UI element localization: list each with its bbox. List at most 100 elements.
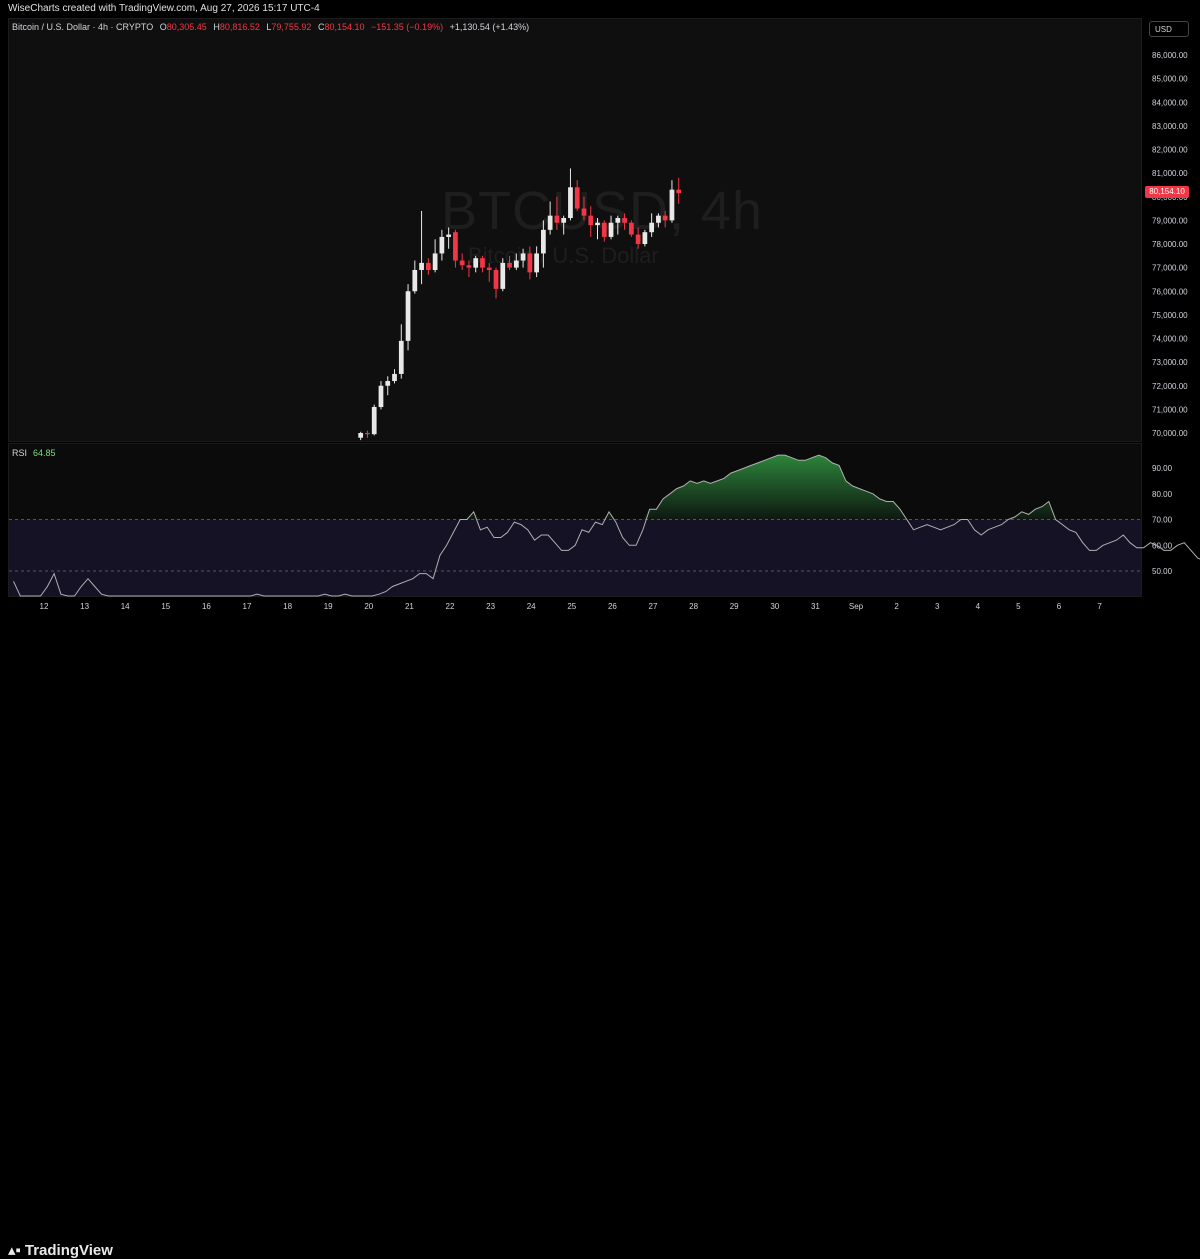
candle-body [399, 341, 404, 374]
candle-body [541, 230, 546, 254]
close-value: 80,154.10 [324, 22, 364, 32]
price-tick-label: 72,000.00 [1152, 382, 1188, 391]
candle-body [460, 261, 465, 266]
rsi-legend: RSI 64.85 [12, 448, 56, 458]
time-tick-label: 17 [243, 602, 252, 611]
price-tick-label: 74,000.00 [1152, 335, 1188, 344]
time-tick-label: 23 [486, 602, 495, 611]
price-tick-label: 84,000.00 [1152, 98, 1188, 107]
candle-body [467, 265, 472, 267]
candle-body [419, 263, 424, 270]
rsi-tick-label: 50.00 [1152, 567, 1173, 576]
candle-body [636, 235, 641, 244]
time-tick-label: 27 [649, 602, 658, 611]
candle-body [622, 218, 627, 223]
candle-body [487, 268, 492, 270]
time-tick-label: 5 [1016, 602, 1021, 611]
time-tick-label: 14 [121, 602, 130, 611]
candle-body [521, 253, 526, 260]
time-tick-label: 31 [811, 602, 820, 611]
time-tick-label: 2 [894, 602, 899, 611]
time-tick-label: 12 [40, 602, 49, 611]
candle-body [656, 216, 661, 223]
rsi-overbought-fill [14, 455, 1200, 519]
candle-body [500, 263, 505, 289]
candle-body [494, 270, 499, 289]
time-tick-label: 4 [976, 602, 981, 611]
low-value: 79,755.92 [271, 22, 311, 32]
candle-body [440, 237, 445, 254]
time-tick-label: 13 [80, 602, 89, 611]
time-tick-label: 15 [161, 602, 170, 611]
candle-body [507, 263, 512, 268]
ohlc-legend: Bitcoin / U.S. Dollar · 4h · CRYPTO O 80,… [12, 22, 529, 32]
rsi-value: 64.85 [33, 448, 56, 458]
change-extra-value: +1,130.54 (+1.43%) [450, 22, 530, 32]
open-label: O [160, 22, 167, 32]
candle-body [663, 216, 668, 221]
candle-body [480, 258, 485, 267]
candle-body [670, 190, 675, 221]
time-tick-label: 18 [283, 602, 292, 611]
time-tick-label: 28 [689, 602, 698, 611]
candle-body [446, 235, 451, 237]
chart-svg: 70,000.0071,000.0072,000.0073,000.0074,0… [0, 0, 1200, 654]
tradingview-icon: ▴▪ [8, 1242, 21, 1259]
tradingview-window: WiseCharts created with TradingView.com,… [0, 0, 1200, 654]
time-tick-label: 26 [608, 602, 617, 611]
candle-body [406, 291, 411, 341]
candle-body [365, 433, 370, 434]
candle-body [527, 253, 532, 272]
rsi-tick-label: 70.00 [1152, 516, 1173, 525]
candle-body [676, 190, 681, 194]
candle-body [649, 223, 654, 232]
candle-body [575, 187, 580, 208]
time-tick-label: 21 [405, 602, 414, 611]
candle-body [412, 270, 417, 291]
time-tick-label: 7 [1097, 602, 1102, 611]
price-tick-label: 76,000.00 [1152, 287, 1188, 296]
time-tick-label: 16 [202, 602, 211, 611]
price-tick-label: 82,000.00 [1152, 146, 1188, 155]
tradingview-brand-text: TradingView [25, 1242, 113, 1259]
candle-body [602, 223, 607, 237]
price-tick-label: 83,000.00 [1152, 122, 1188, 131]
time-tick-label: 19 [324, 602, 333, 611]
footer-bar: ▴▪TradingView [0, 615, 1200, 654]
rsi-label[interactable]: RSI [12, 448, 27, 458]
candle-body [453, 232, 458, 260]
candle-body [548, 216, 553, 230]
rsi-tick-label: 90.00 [1152, 464, 1173, 473]
price-tick-label: 86,000.00 [1152, 51, 1188, 60]
candle-body [426, 263, 431, 270]
price-tick-label: 79,000.00 [1152, 216, 1188, 225]
price-tick-label: 73,000.00 [1152, 358, 1188, 367]
time-tick-label: 3 [935, 602, 940, 611]
price-tick-label: 70,000.00 [1152, 429, 1188, 438]
rsi-band [9, 520, 1141, 597]
candle-body [629, 223, 634, 235]
time-tick-label: 30 [770, 602, 779, 611]
rsi-tick-label: 80.00 [1152, 490, 1173, 499]
time-tick-label: Sep [849, 602, 864, 611]
candle-body [561, 218, 566, 223]
candle-body [372, 407, 377, 434]
time-tick-label: 6 [1057, 602, 1062, 611]
time-tick-label: 29 [730, 602, 739, 611]
candle-body [615, 218, 620, 223]
change-value: −151.35 (−0.19%) [371, 22, 443, 32]
tradingview-logo[interactable]: ▴▪TradingView [8, 1241, 113, 1259]
candle-body [473, 258, 478, 267]
currency-button[interactable]: USD [1149, 21, 1189, 37]
candle-body [379, 386, 384, 407]
time-tick-label: 22 [446, 602, 455, 611]
candle-body [433, 253, 438, 270]
symbol-name[interactable]: Bitcoin / U.S. Dollar · 4h · CRYPTO [12, 22, 153, 32]
candle-body [555, 216, 560, 223]
candle-body [385, 381, 390, 386]
candle-body [358, 433, 363, 438]
candle-body [643, 232, 648, 244]
high-value: 80,816.52 [220, 22, 260, 32]
candle-body [534, 253, 539, 272]
time-tick-label: 25 [567, 602, 576, 611]
